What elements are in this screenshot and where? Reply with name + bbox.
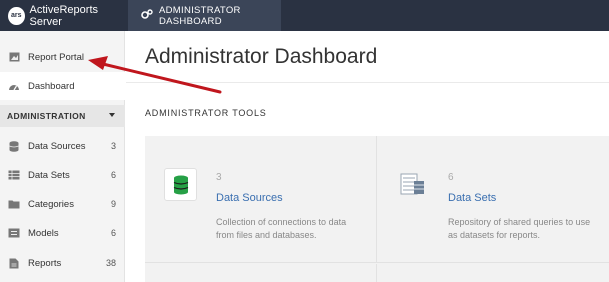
document-icon — [8, 258, 20, 269]
logo: ars — [8, 6, 25, 25]
dataset-icon — [396, 168, 429, 201]
sidebar-item-count: 6 — [110, 170, 116, 180]
tool-card-partial — [377, 264, 609, 282]
image-icon — [8, 52, 20, 63]
brand[interactable]: ars ActiveReports Server — [0, 0, 125, 31]
sidebar-item-count: 38 — [105, 258, 116, 268]
app-name: ActiveReports Server — [29, 3, 99, 28]
section-administration[interactable]: ADMINISTRATION — [0, 105, 125, 127]
sidebar-item-reports[interactable]: Reports 38 — [0, 249, 125, 277]
tool-link-data-sets[interactable]: Data Sets — [448, 192, 496, 204]
database-icon — [8, 140, 20, 152]
top-bar: ars ActiveReports Server ADMINISTRATOR D… — [0, 0, 609, 31]
divider — [126, 82, 609, 83]
sidebar-item-label: Dashboard — [28, 80, 75, 92]
sidebar-item-label: Reports — [28, 257, 62, 269]
tool-count: 6 — [448, 172, 454, 183]
database-icon — [164, 168, 197, 201]
sidebar-item-data-sources[interactable]: Data Sources 3 — [0, 132, 125, 160]
dashboard-icon — [8, 81, 20, 92]
main-content: Administrator Dashboard ADMINISTRATOR TO… — [126, 31, 609, 282]
tool-card-partial — [145, 264, 377, 282]
sidebar-item-label: Report Portal — [28, 51, 84, 63]
tool-card-data-sources[interactable]: 3 Data Sources Collection of connections… — [145, 136, 377, 263]
tab-administrator-dashboard[interactable]: ADMINISTRATOR DASHBOARD — [128, 0, 281, 31]
tool-count: 3 — [216, 172, 222, 183]
tool-description: Repository of shared queries to use as d… — [448, 217, 591, 240]
tab-label: ADMINISTRATOR DASHBOARD — [159, 4, 241, 27]
tool-card-data-sets[interactable]: 6 Data Sets Repository of shared queries… — [377, 136, 609, 263]
sidebar-item-models[interactable]: Models 6 — [0, 219, 125, 247]
sidebar-item-report-portal[interactable]: Report Portal — [0, 43, 125, 71]
sidebar-item-dashboard[interactable]: Dashboard — [0, 72, 125, 100]
folder-icon — [8, 199, 20, 210]
tool-description: Collection of connections to data from f… — [216, 217, 347, 240]
sidebar-item-count: 6 — [110, 228, 116, 238]
page-title: Administrator Dashboard — [145, 45, 378, 68]
sidebar-item-label: Data Sets — [28, 169, 70, 181]
section-heading: ADMINISTRATOR TOOLS — [145, 108, 267, 118]
gears-icon — [141, 8, 153, 23]
sidebar-item-count: 9 — [110, 199, 116, 209]
sidebar-item-data-sets[interactable]: Data Sets 6 — [0, 161, 125, 189]
tool-link-data-sources[interactable]: Data Sources — [216, 192, 283, 204]
sidebar-item-label: Data Sources — [28, 140, 86, 152]
list-icon — [8, 228, 20, 239]
sidebar-item-label: Categories — [28, 198, 74, 210]
table-icon — [8, 170, 20, 181]
sidebar-item-categories[interactable]: Categories 9 — [0, 190, 125, 218]
sidebar: Report Portal Dashboard ADMINISTRATION D… — [0, 31, 125, 282]
section-title: ADMINISTRATION — [7, 111, 86, 121]
tools-grid: 3 Data Sources Collection of connections… — [145, 136, 609, 282]
sidebar-item-label: Models — [28, 227, 59, 239]
sidebar-item-count: 3 — [110, 141, 116, 151]
caret-down-icon — [109, 113, 115, 117]
